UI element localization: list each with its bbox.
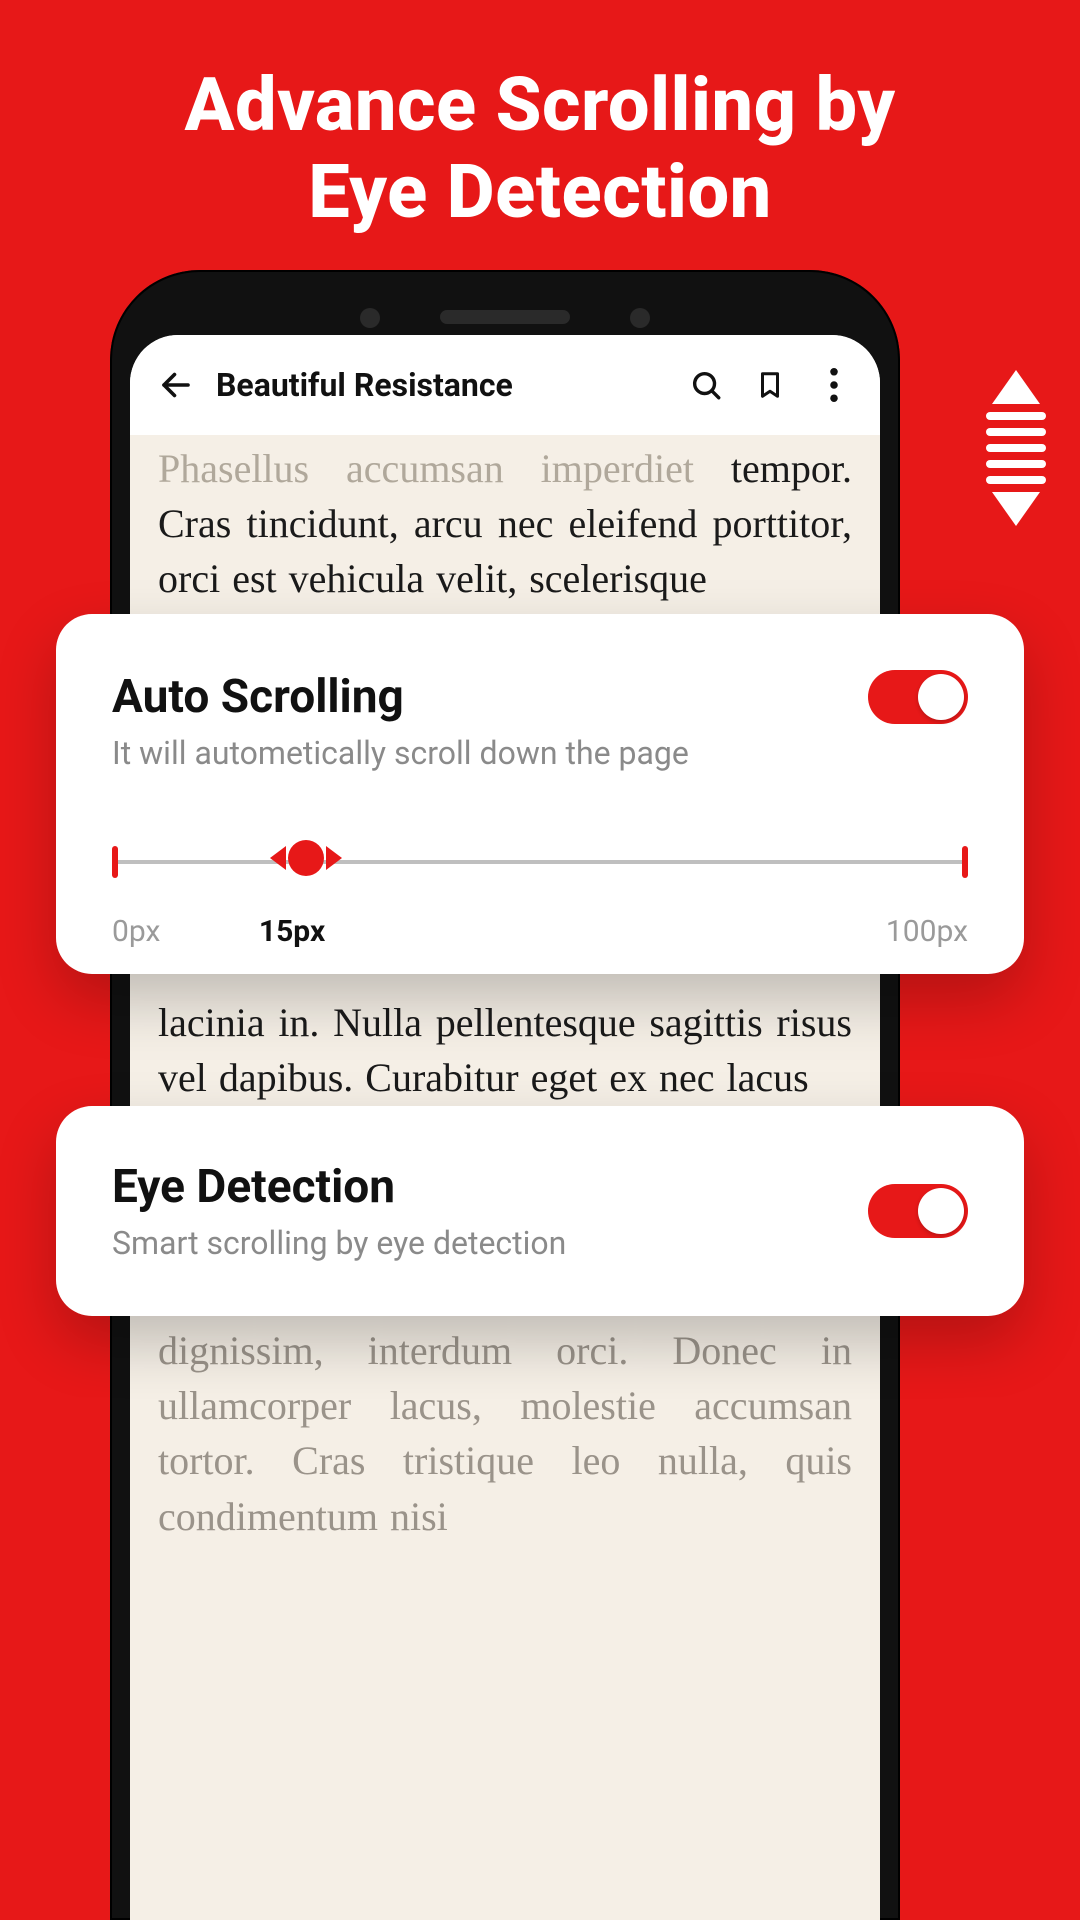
device-sensor — [630, 308, 650, 328]
slider-value-label: 15px — [259, 914, 325, 949]
slider-tick-max — [962, 846, 968, 878]
device-sensor — [360, 308, 380, 328]
hero-line-2: Eye Detection — [0, 149, 1080, 236]
device-speaker — [440, 310, 570, 324]
app-bar: Beautiful Resistance — [130, 335, 880, 435]
device-frame: Beautiful Resistance Phasellus accumsan … — [110, 270, 900, 1920]
more-button[interactable] — [812, 363, 856, 407]
slider-min-label: 0px — [112, 914, 160, 949]
scroll-indicator-bar — [986, 460, 1046, 468]
eye-detection-subtitle: Smart scrolling by eye detection — [112, 1224, 868, 1262]
page-title: Beautiful Resistance — [216, 366, 513, 404]
scroll-indicator-bar — [986, 476, 1046, 484]
scroll-speed-slider[interactable] — [112, 832, 968, 892]
scroll-indicator-bar — [986, 412, 1046, 420]
more-vertical-icon — [829, 368, 839, 402]
search-button[interactable] — [684, 363, 728, 407]
eye-detection-card: Eye Detection Smart scrolling by eye det… — [56, 1106, 1024, 1316]
auto-scrolling-card: Auto Scrolling It will autometically scr… — [56, 614, 1024, 974]
scroll-indicator — [986, 370, 1046, 526]
slider-thumb[interactable] — [270, 840, 342, 876]
slider-max-label: 100px — [886, 914, 968, 949]
back-button[interactable] — [154, 363, 198, 407]
chevron-down-icon — [992, 492, 1040, 526]
auto-scrolling-toggle[interactable] — [868, 670, 968, 724]
arrow-left-icon — [158, 367, 194, 403]
slider-tick-min — [112, 846, 118, 878]
auto-scrolling-title: Auto Scrolling — [112, 670, 689, 724]
chevron-up-icon — [992, 370, 1040, 404]
reader-peek-line: Phasellus accumsan imperdiet — [158, 446, 694, 491]
search-icon — [689, 368, 723, 402]
eye-detection-toggle[interactable] — [868, 1184, 968, 1238]
scroll-indicator-bar — [986, 444, 1046, 452]
hero-title: Advance Scrolling by Eye Detection — [0, 62, 1080, 237]
slider-dot-icon — [288, 840, 324, 876]
toggle-knob — [918, 1188, 964, 1234]
chevron-left-icon — [270, 846, 286, 870]
chevron-right-icon — [326, 846, 342, 870]
auto-scrolling-subtitle: It will autometically scroll down the pa… — [112, 734, 689, 772]
slider-labels: 0px 15px 100px — [112, 906, 968, 949]
scroll-indicator-bar — [986, 428, 1046, 436]
slider-track — [112, 860, 968, 864]
bookmark-icon — [755, 368, 785, 402]
reader-paragraph: lacinia in. Nulla pellentesque sagittis … — [158, 995, 852, 1105]
reader-paragraph: dignissim, interdum orci. Donec in ullam… — [158, 1323, 852, 1544]
device-top — [110, 270, 900, 330]
toggle-knob — [918, 674, 964, 720]
bookmark-button[interactable] — [748, 363, 792, 407]
eye-detection-title: Eye Detection — [112, 1160, 868, 1214]
hero-line-1: Advance Scrolling by — [0, 62, 1080, 149]
